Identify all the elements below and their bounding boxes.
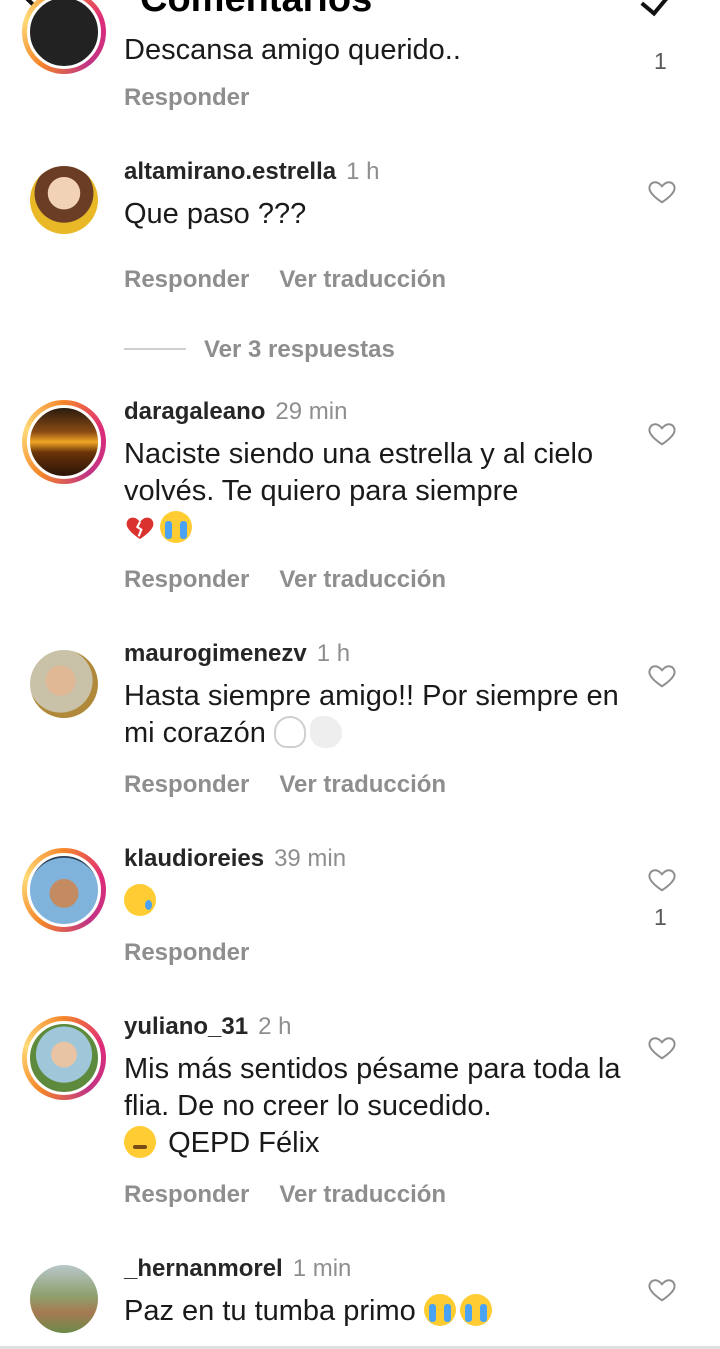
- comment-item: _hernanmorel 1 min Paz en tu tumba primo: [124, 1255, 634, 1330]
- comment-text: Que paso ???: [124, 198, 307, 230]
- comment-item: altamirano.estrella 1 h Que paso ???: [124, 158, 634, 233]
- view-replies-button[interactable]: Ver 3 respuestas: [204, 336, 395, 364]
- comment-text: Paz en tu tumba primo: [124, 1295, 416, 1327]
- comment-item: Descansa amigo querido..: [124, 32, 634, 69]
- page-title: Comentarios: [140, 0, 372, 21]
- crying-emoji: [423, 1294, 456, 1326]
- comment-actions: Responder Ver traducción: [124, 1181, 446, 1209]
- heart-icon[interactable]: [647, 1274, 677, 1304]
- comment-time: 2 h: [258, 1013, 292, 1040]
- comment-time: 1 h: [346, 158, 380, 185]
- comment-text: Descansa amigo querido..: [124, 34, 461, 66]
- comment-item: maurogimenezv 1 h Hasta siempre amigo!! P…: [124, 640, 634, 752]
- comment-actions: Responder Ver traducción: [124, 771, 446, 799]
- white-heart-emoji: [273, 716, 306, 748]
- reply-button[interactable]: Responder: [124, 771, 249, 798]
- heart-icon[interactable]: [647, 660, 677, 690]
- comment-item: yuliano_31 2 h Mis más sentidos pésame pa…: [124, 1013, 634, 1162]
- comment-username[interactable]: klaudioreies: [124, 845, 264, 872]
- translate-button[interactable]: Ver traducción: [279, 566, 446, 593]
- reply-button[interactable]: Responder: [124, 266, 249, 293]
- comment-username[interactable]: yuliano_31: [124, 1013, 248, 1040]
- avatar[interactable]: [22, 0, 106, 74]
- avatar[interactable]: [22, 642, 106, 726]
- crying-emoji: [459, 1294, 492, 1326]
- translate-button[interactable]: Ver traducción: [279, 1181, 446, 1208]
- avatar[interactable]: [22, 400, 106, 484]
- comment-time: 1 min: [292, 1255, 352, 1282]
- heart-icon[interactable]: [647, 176, 677, 206]
- like-count: 1: [654, 48, 667, 74]
- reply-button[interactable]: Responder: [124, 1181, 249, 1208]
- comment-username[interactable]: altamirano.estrella: [124, 158, 336, 185]
- comment-actions: Responder Ver traducción: [124, 266, 446, 294]
- sad-tear-emoji: [124, 884, 156, 916]
- comment-item: daragaleano 29 min Naciste siendo una est…: [124, 398, 634, 547]
- heart-icon[interactable]: [647, 1032, 677, 1062]
- avatar[interactable]: [22, 1257, 106, 1341]
- translate-button[interactable]: Ver traducción: [279, 771, 446, 798]
- comment-actions: Responder: [124, 84, 249, 112]
- crying-emoji: [160, 511, 192, 543]
- broken-heart-emoji: [126, 517, 154, 539]
- avatar[interactable]: [22, 1016, 106, 1100]
- dove-emoji: [309, 716, 342, 748]
- comment-text: Hasta siempre amigo!! Por siempre en mi …: [124, 680, 619, 749]
- pensive-emoji: [124, 1126, 156, 1158]
- reply-button[interactable]: Responder: [124, 939, 249, 966]
- comment-item: klaudioreies 39 min: [124, 845, 634, 920]
- comment-text-tail: QEPD Félix: [168, 1127, 320, 1159]
- comment-text: Naciste siendo una estrella y al cielo v…: [124, 438, 594, 507]
- comment-actions: Responder: [124, 939, 249, 967]
- comment-text: Mis más sentidos pésame para toda la fli…: [124, 1053, 621, 1122]
- comment-username[interactable]: daragaleano: [124, 398, 265, 425]
- like-count: 1: [654, 904, 667, 930]
- comment-time: 1 h: [316, 640, 351, 667]
- comment-time: 39 min: [274, 845, 347, 872]
- comment-username[interactable]: maurogimenezv: [124, 640, 307, 667]
- heart-icon[interactable]: [647, 864, 677, 894]
- comment-time: 29 min: [275, 398, 348, 425]
- avatar[interactable]: [22, 848, 106, 932]
- reply-button[interactable]: Responder: [124, 566, 249, 593]
- avatar[interactable]: [22, 158, 106, 242]
- checkmark-icon[interactable]: [640, 0, 674, 17]
- heart-icon[interactable]: [647, 418, 677, 448]
- divider: [124, 348, 186, 350]
- reply-button[interactable]: Responder: [124, 84, 249, 111]
- translate-button[interactable]: Ver traducción: [279, 266, 446, 293]
- comment-actions: Responder Ver traducción: [124, 566, 446, 594]
- comment-username[interactable]: _hernanmorel: [124, 1255, 283, 1282]
